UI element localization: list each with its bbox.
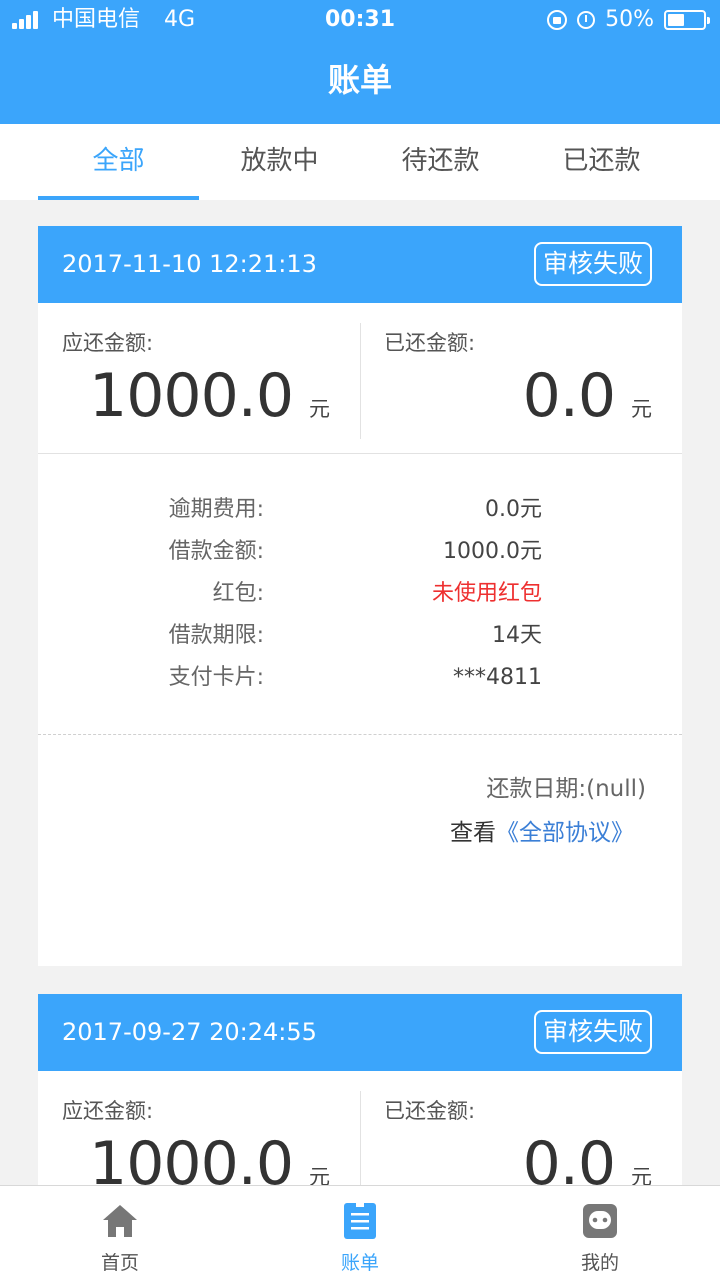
tab-pending-repayment[interactable]: 待还款 [360, 124, 521, 200]
detail-row-payment-card: 支付卡片: ***4811 [38, 658, 682, 698]
nav-home-label: 首页 [100, 1252, 139, 1274]
detail-row-red-packet: 红包: 未使用红包 [38, 574, 682, 614]
status-badge: 审核失败 [533, 242, 652, 286]
due-amount-value: 1000.0 [89, 361, 294, 431]
bill-card-header: 2017-09-27 20:24:55 审核失败 [38, 994, 682, 1071]
bill-card[interactable]: 2017-11-10 12:21:13 审核失败 应还金额: 1000.0 元 … [38, 226, 682, 966]
detail-row-loan-term: 借款期限: 14天 [38, 616, 682, 656]
bill-icon [344, 1203, 376, 1239]
amount-section: 应还金额: 1000.0 元 已还金额: 0.0 元 [38, 303, 682, 454]
detail-label: 逾期费用: [168, 497, 264, 522]
detail-row-loan-amount: 借款金额: 1000.0元 [38, 532, 682, 572]
paid-amount-label: 已还金额: [384, 331, 476, 355]
bill-card[interactable]: 2017-09-27 20:24:55 审核失败 应还金额: 1000.0 元 … [38, 994, 682, 1185]
paid-amount-value: 0.0 [522, 1129, 616, 1185]
detail-value: 未使用红包 [431, 581, 542, 606]
detail-label: 红包: [212, 581, 264, 606]
nav-mine[interactable]: 我的 [480, 1186, 720, 1281]
detail-row-overdue-fee: 逾期费用: 0.0元 [38, 490, 682, 530]
bill-footer: 还款日期:(null) 查看《全部协议》 [38, 735, 682, 966]
tab-repaid[interactable]: 已还款 [521, 124, 682, 200]
detail-value: 14天 [492, 623, 542, 648]
due-amount-label: 应还金额: [62, 331, 154, 355]
top-bar: 中国电信 4G 00:31 50% 账单 [0, 0, 720, 124]
status-badge: 审核失败 [533, 1010, 652, 1054]
nav-mine-label: 我的 [580, 1252, 619, 1274]
bill-datetime: 2017-09-27 20:24:55 [62, 1018, 317, 1046]
amount-section: 应还金额: 1000.0 元 已还金额: 0.0 元 [38, 1071, 682, 1185]
home-icon [103, 1205, 137, 1237]
battery-icon [664, 10, 710, 30]
repay-date: 还款日期:(null) [486, 776, 646, 802]
bill-card-header: 2017-11-10 12:21:13 审核失败 [38, 226, 682, 303]
view-prefix: 查看 [450, 820, 496, 846]
paid-amount-unit: 元 [631, 397, 652, 421]
agreement-line: 查看《全部协议》 [450, 813, 634, 847]
detail-label: 借款期限: [168, 623, 264, 648]
alarm-icon [577, 11, 596, 29]
detail-value: ***4811 [453, 665, 542, 690]
page-title: 账单 [327, 61, 392, 99]
bottom-nav: 首页 账单 我的 [0, 1185, 720, 1281]
detail-value: 1000.0元 [443, 539, 542, 564]
filter-tabs: 全部 放款中 待还款 已还款 [0, 124, 720, 200]
paid-amount-block: 已还金额: 0.0 元 [360, 303, 682, 453]
due-amount-unit: 元 [309, 1165, 330, 1185]
battery-percent: 50% [605, 7, 654, 32]
detail-label: 支付卡片: [168, 665, 264, 690]
tab-all[interactable]: 全部 [38, 124, 199, 200]
paid-amount-label: 已还金额: [384, 1099, 476, 1123]
rotation-lock-icon [547, 10, 568, 30]
due-amount-label: 应还金额: [62, 1099, 154, 1123]
paid-amount-block: 已还金额: 0.0 元 [360, 1071, 682, 1185]
detail-value: 0.0元 [485, 497, 542, 522]
status-bar: 中国电信 4G 00:31 50% [0, 0, 720, 40]
tab-disbursing[interactable]: 放款中 [199, 124, 360, 200]
nav-bills[interactable]: 账单 [240, 1186, 480, 1281]
bill-datetime: 2017-11-10 12:21:13 [62, 250, 317, 278]
status-right: 50% [547, 0, 710, 40]
due-amount-unit: 元 [309, 397, 330, 421]
due-amount-value: 1000.0 [89, 1129, 294, 1185]
bill-details: 逾期费用: 0.0元 借款金额: 1000.0元 红包: 未使用红包 借款期限:… [38, 454, 682, 735]
detail-label: 借款金额: [168, 539, 264, 564]
agreement-link[interactable]: 《全部协议》 [496, 820, 634, 846]
paid-amount-unit: 元 [631, 1165, 652, 1185]
nav-home[interactable]: 首页 [0, 1186, 240, 1281]
due-amount-block: 应还金额: 1000.0 元 [38, 303, 360, 453]
nav-bills-label: 账单 [340, 1252, 379, 1274]
due-amount-block: 应还金额: 1000.0 元 [38, 1071, 360, 1185]
profile-icon [583, 1204, 617, 1238]
paid-amount-value: 0.0 [522, 361, 616, 431]
